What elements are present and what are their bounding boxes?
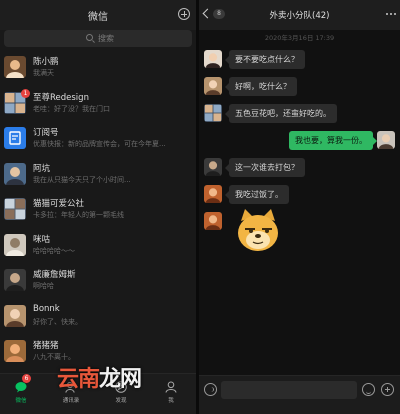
voice-icon[interactable] <box>204 383 217 396</box>
avatar <box>4 198 26 220</box>
tab-badge: 6 <box>22 374 31 383</box>
doge-sticker[interactable] <box>235 207 281 253</box>
chat-preview: 卡多拉：年轻人的第一颗毛线 <box>33 211 124 219</box>
chat-preview: 老哇：好了没？我在门口 <box>33 104 110 113</box>
message-timestamp: 2020年3月16日 17:39 <box>264 34 335 42</box>
tab-label: 发现 <box>115 398 127 404</box>
chat-preview: 哈哈哈哈～～ <box>33 246 75 255</box>
tab-me[interactable]: 我 <box>156 378 186 404</box>
avatar <box>4 56 26 78</box>
chat-list-item[interactable]: 陈小鹏 我满天 <box>0 53 196 87</box>
tab-label: 微信 <box>15 398 27 404</box>
chat-list-item[interactable]: 订阅号优惠快报：新的品牌宣传会，可在今年夏... <box>0 124 196 158</box>
chat-name: Bonnk <box>33 303 60 314</box>
message-input[interactable] <box>221 381 357 399</box>
message-bubble[interactable]: 五色豆花吧，还蛮好吃的。 <box>225 104 337 123</box>
message-avatar[interactable] <box>204 104 222 122</box>
chat-name: 至尊Redesign <box>33 92 89 103</box>
chat-name: 猫猫可爱公社 <box>33 199 85 209</box>
chat-preview: 啊哈哈 <box>33 282 54 290</box>
search-icon <box>86 34 93 41</box>
chat-name: 威廉詹姆斯 <box>33 270 76 280</box>
avatar <box>4 233 26 256</box>
message-bubble[interactable]: 要不要吃点什么？ <box>225 50 305 69</box>
avatar <box>4 127 26 149</box>
message-bubble[interactable]: 我也要，算我一份。 <box>289 131 377 150</box>
chat-preview: 我满天 <box>33 69 54 77</box>
chat-list-pane: 微信 搜索 陈小鹏 我满天 1 至尊Redesign 老哇：好了没？我在门口 订阅号 优惠快… <box>0 0 196 414</box>
emoji-icon[interactable] <box>362 383 375 396</box>
chat-name: 阿坑 <box>33 163 51 174</box>
message-avatar[interactable] <box>204 50 222 68</box>
avatar <box>4 269 26 291</box>
avatar <box>4 340 26 362</box>
chat-name: 咪咕 <box>33 234 51 245</box>
search-bar[interactable]: 搜索 <box>4 30 192 47</box>
message-avatar[interactable] <box>204 185 222 203</box>
message-bubble[interactable]: 好啊，吃什么？ <box>225 77 297 96</box>
app-title: 微信 <box>88 12 108 23</box>
chat-bubble-icon: 6 <box>15 374 31 393</box>
chat-list-item[interactable]: 1 至尊Redesign 老哇：好了没？我在门口 <box>0 88 196 123</box>
chat-name: 陈小鹏 <box>33 57 59 67</box>
chat-name: 订阅号 <box>33 128 59 138</box>
unread-badge: 1 <box>21 88 30 98</box>
chat-list-item[interactable]: 咪咕 哈哈哈哈～～ <box>0 231 196 265</box>
conversation-title: 外卖小分队(42) <box>269 11 330 21</box>
chat-list-header: 微信 <box>0 0 196 30</box>
chat-list-item[interactable]: 阿坑 我在从只猫今天只了个小时间... <box>0 160 196 194</box>
message-input-bar <box>199 375 400 414</box>
avatar <box>4 162 26 185</box>
person-icon <box>165 378 177 393</box>
chat-list-item[interactable]: 威廉詹姆斯 啊哈哈 <box>0 266 196 300</box>
message-bubble[interactable]: 我吃过饭了。 <box>225 185 289 204</box>
conversation-header: 8 外卖小分队(42) <box>199 0 400 30</box>
watermark-logo: 云南龙网 <box>57 367 142 392</box>
chat-list-item[interactable]: 猫猫可爱公社卡多拉：年轻人的第一颗毛线 <box>0 195 196 229</box>
add-icon[interactable] <box>381 383 394 396</box>
avatar <box>4 304 26 327</box>
chat-preview: 我在从只猫今天只了个小时间... <box>33 175 131 184</box>
more-dots-icon[interactable] <box>390 13 392 15</box>
tab-label: 我 <box>168 398 174 404</box>
chat-preview: 优惠快报：新的品牌宣传会，可在今年夏... <box>33 140 166 148</box>
tab-label: 通讯录 <box>62 398 80 404</box>
message-avatar[interactable] <box>204 77 222 95</box>
conversation-pane: 8 外卖小分队(42) 2020年3月16日 17:39 要不要吃点什么？ 好啊，… <box>199 0 400 414</box>
message-avatar[interactable] <box>377 131 395 149</box>
message-avatar[interactable] <box>204 212 222 230</box>
search-placeholder: 搜索 <box>98 34 114 43</box>
tab-chats[interactable]: 6 微信 <box>6 374 36 404</box>
message-bubble[interactable]: 这一次谁去打包？ <box>225 158 305 177</box>
plus-circle-icon[interactable] <box>178 8 190 20</box>
message-avatar[interactable] <box>204 158 222 176</box>
chat-preview: 好你了、快来。 <box>33 317 82 326</box>
chat-name: 猪猪猪 <box>33 341 59 351</box>
chat-list-item[interactable]: Bonnk 好你了、快来。 <box>0 302 196 336</box>
